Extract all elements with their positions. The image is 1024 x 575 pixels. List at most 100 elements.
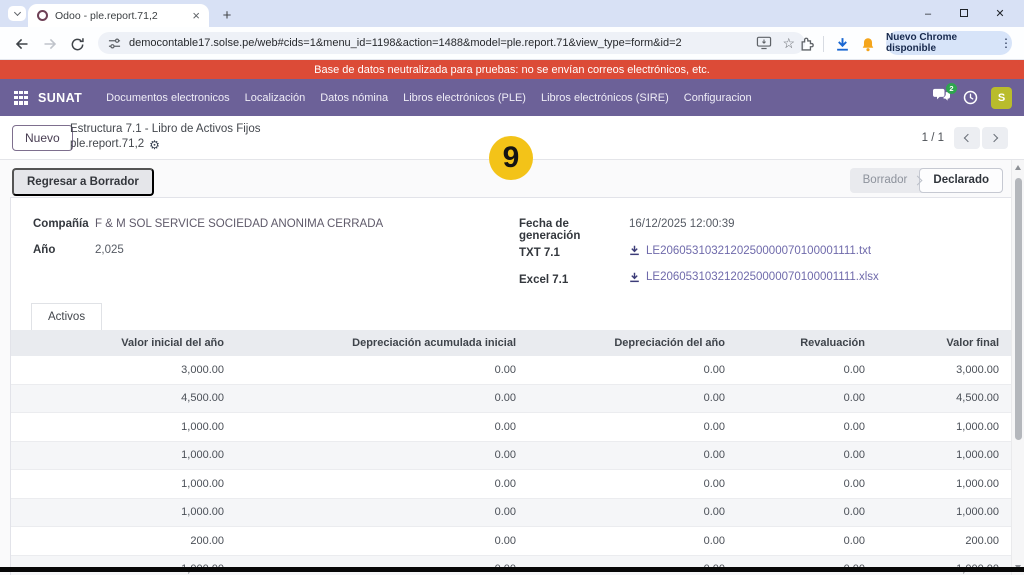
reload-button[interactable] <box>69 36 85 52</box>
toolbar-separator <box>823 36 824 52</box>
column-header[interactable]: Revaluación <box>735 337 875 349</box>
annotation-marker-9: 9 <box>489 136 533 180</box>
notebook: Activos Valor inicial del añoDepreciació… <box>11 303 1011 575</box>
table-row[interactable]: 4,500.000.000.000.004,500.00 <box>11 385 1011 414</box>
site-settings-icon[interactable] <box>108 37 121 50</box>
vertical-scrollbar[interactable] <box>1011 160 1024 575</box>
forward-arrow-icon <box>42 36 58 52</box>
table-cell: 0.00 <box>526 506 735 518</box>
column-header[interactable]: Valor inicial del año <box>11 337 234 349</box>
browser-window: Odoo - ple.report.71,2 × + – ✕ democonta… <box>0 0 1024 575</box>
address-bar[interactable]: democontable17.solse.pe/web#cids=1&menu_… <box>98 32 805 54</box>
activities-button[interactable] <box>963 90 978 105</box>
field-group-left: Compañía F & M SOL SERVICE SOCIEDAD ANON… <box>33 218 463 270</box>
form-view: Regresar a Borrador Borrador Declarado C… <box>0 160 1024 575</box>
restore-icon <box>960 9 968 17</box>
table-row[interactable]: 1,000.000.000.000.001,000.00 <box>11 413 1011 442</box>
table-cell: 0.00 <box>735 478 875 490</box>
nav-item-configuracion[interactable]: Configuracion <box>684 92 752 104</box>
message-count-badge: 2 <box>946 83 957 94</box>
install-app-icon[interactable] <box>756 36 772 50</box>
tab-close-icon[interactable]: × <box>192 9 200 22</box>
stage-borrador[interactable]: Borrador <box>850 168 921 193</box>
tab-list-chevron-button[interactable] <box>8 6 26 21</box>
back-to-draft-button[interactable]: Regresar a Borrador <box>12 168 154 196</box>
excel-filename: LE2060531032120250000070100001111.xlsx <box>646 271 879 283</box>
pager-next-button[interactable] <box>982 127 1008 149</box>
extensions-icon[interactable] <box>798 36 814 52</box>
messages-button[interactable]: 2 <box>933 88 950 107</box>
table-cell: 1,000.00 <box>875 449 1011 461</box>
downloads-icon[interactable] <box>834 36 850 52</box>
bookmark-star-icon[interactable]: ☆ <box>782 36 795 50</box>
table-cell: 1,000.00 <box>11 478 234 490</box>
excel-download-link[interactable]: LE2060531032120250000070100001111.xlsx <box>629 271 879 283</box>
table-row[interactable]: 3,000.000.000.000.003,000.00 <box>11 356 1011 385</box>
main-menu: Documentos electronicos Localización Datos… <box>106 92 751 104</box>
table-cell: 4,500.00 <box>875 392 1011 404</box>
record-pager: 1 / 1 <box>922 127 1008 149</box>
field-label-excel: Excel 7.1 <box>519 274 629 286</box>
table-cell: 1,000.00 <box>11 449 234 461</box>
navbar-right: 2 S <box>933 87 1012 109</box>
nav-item-documentos-electronicos[interactable]: Documentos electronicos <box>106 92 230 104</box>
window-controls: – ✕ <box>910 0 1018 27</box>
app-brand-sunat[interactable]: SUNAT <box>38 91 82 105</box>
settings-gear-icon[interactable]: ⚙ <box>149 139 160 151</box>
table-row[interactable]: 1,000.000.000.000.001,000.00 <box>11 470 1011 499</box>
field-value-anio[interactable]: 2,025 <box>95 244 124 256</box>
chevron-left-icon <box>964 134 972 142</box>
back-button[interactable] <box>14 36 30 52</box>
pager-count: 1 / 1 <box>922 132 944 144</box>
forward-button[interactable] <box>42 36 58 52</box>
clock-icon <box>963 90 978 105</box>
window-minimize-button[interactable]: – <box>910 8 946 20</box>
column-header[interactable]: Depreciación del año <box>526 337 735 349</box>
table-cell: 0.00 <box>735 392 875 404</box>
nav-item-libros-electr-nicos-sire[interactable]: Libros electrónicos (SIRE) <box>541 92 669 104</box>
txt-download-link[interactable]: LE2060531032120250000070100001111.txt <box>629 245 871 257</box>
scroll-up-arrow-icon[interactable] <box>1015 165 1021 170</box>
new-tab-button[interactable]: + <box>216 4 238 26</box>
new-record-button[interactable]: Nuevo <box>12 125 73 151</box>
table-cell: 0.00 <box>234 535 526 547</box>
field-label-fecha-generacion: Fecha de generación <box>519 218 629 242</box>
field-value-compania[interactable]: F & M SOL SERVICE SOCIEDAD ANONIMA CERRA… <box>95 218 383 230</box>
field-label-anio: Año <box>33 244 95 256</box>
scrollbar-thumb[interactable] <box>1015 178 1022 440</box>
table-cell: 0.00 <box>735 421 875 433</box>
download-icon <box>629 272 640 283</box>
notification-bell-icon[interactable] <box>860 36 876 52</box>
table-row[interactable]: 200.000.000.000.00200.00 <box>11 527 1011 556</box>
table-cell: 0.00 <box>234 364 526 376</box>
table-cell: 0.00 <box>526 392 735 404</box>
table-row[interactable]: 1,000.000.000.000.001,000.00 <box>11 556 1011 575</box>
column-header[interactable]: Valor final <box>875 337 1011 349</box>
table-cell: 0.00 <box>735 449 875 461</box>
nav-item-localizaci-n[interactable]: Localización <box>245 92 306 104</box>
stage-declarado[interactable]: Declarado <box>919 168 1003 193</box>
table-cell: 3,000.00 <box>875 364 1011 376</box>
url-text: democontable17.solse.pe/web#cids=1&menu_… <box>129 37 756 49</box>
neutralized-banner: Base de datos neutralizada para pruebas:… <box>0 60 1024 79</box>
table-row[interactable]: 1,000.000.000.000.001,000.00 <box>11 499 1011 528</box>
table-cell: 0.00 <box>526 535 735 547</box>
breadcrumb-parent[interactable]: Estructura 7.1 - Libro de Activos Fijos <box>70 122 260 137</box>
tab-activos[interactable]: Activos <box>31 303 102 330</box>
table-row[interactable]: 1,000.000.000.000.001,000.00 <box>11 442 1011 471</box>
chrome-update-button[interactable]: Nuevo Chrome disponible ⋮ <box>886 31 1012 55</box>
apps-menu-icon[interactable] <box>14 91 28 105</box>
user-avatar[interactable]: S <box>991 87 1012 109</box>
browser-tabstrip: Odoo - ple.report.71,2 × + – ✕ <box>0 0 1024 27</box>
window-restore-button[interactable] <box>946 8 982 20</box>
browser-menu-icon[interactable]: ⋮ <box>1000 36 1012 50</box>
breadcrumb: Estructura 7.1 - Libro de Activos Fijos … <box>70 122 260 152</box>
field-group-right: Fecha de generación 16/12/2025 12:00:39 … <box>519 218 989 298</box>
column-header[interactable]: Depreciación acumulada inicial <box>234 337 526 349</box>
window-close-button[interactable]: ✕ <box>982 7 1018 20</box>
nav-item-datos-n-mina[interactable]: Datos nómina <box>320 92 388 104</box>
nav-item-libros-electr-nicos-ple[interactable]: Libros electrónicos (PLE) <box>403 92 526 104</box>
browser-tab[interactable]: Odoo - ple.report.71,2 × <box>28 4 209 27</box>
table-cell: 0.00 <box>526 364 735 376</box>
pager-previous-button[interactable] <box>954 127 980 149</box>
